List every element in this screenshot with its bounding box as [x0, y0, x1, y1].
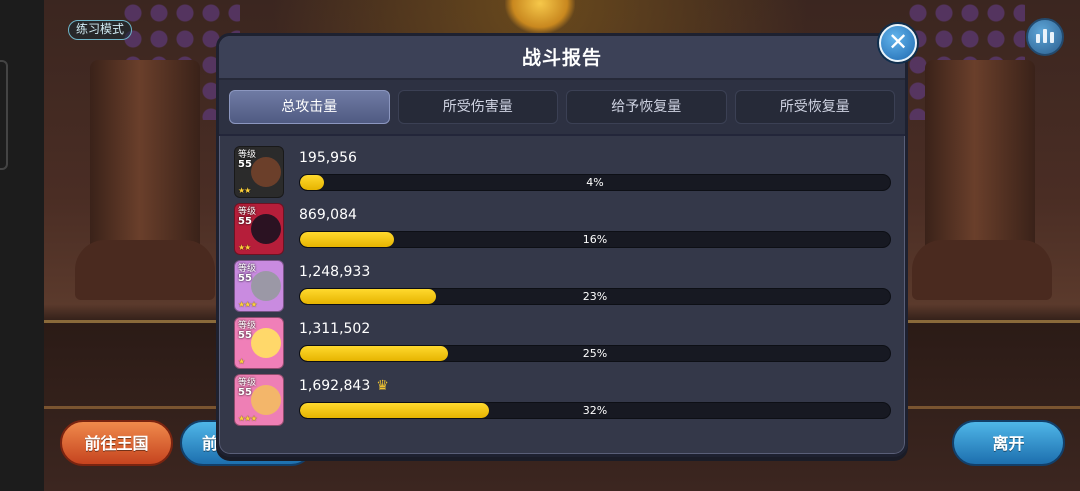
damage-bar: 32% — [299, 402, 891, 419]
crown-icon: ♛ — [376, 378, 389, 394]
cookie-avatar[interactable]: 等级 55 ★★ — [234, 203, 284, 255]
cookie-avatar[interactable]: 等级 55 ★ — [234, 317, 284, 369]
report-row: 等级 55 ★★ 195,956 4% — [232, 144, 905, 201]
tab-total-attack[interactable]: 总攻击量 — [229, 90, 390, 124]
damage-percent: 23% — [582, 290, 608, 303]
damage-percent: 32% — [582, 404, 608, 417]
screen-left-edge — [0, 0, 44, 491]
stats-chart-icon[interactable] — [1026, 18, 1064, 56]
damage-bar: 23% — [299, 288, 891, 305]
battle-report-panel: 战斗报告 总攻击量 所受伤害量 给予恢复量 所受恢复量 等级 55 ★★ 195,… — [216, 33, 908, 457]
report-row: 等级 55 ★ 1,311,502 25% — [232, 315, 905, 372]
star-rating: ★★★ — [238, 300, 257, 309]
damage-bar: 4% — [299, 174, 891, 191]
star-rating: ★★ — [238, 186, 251, 195]
panel-title: 战斗报告 — [219, 36, 905, 80]
go-to-kingdom-button[interactable]: 前往王国 — [60, 420, 173, 466]
cookie-portrait — [251, 157, 281, 187]
cookie-avatar[interactable]: 等级 55 ★★★ — [234, 260, 284, 312]
star-rating: ★★★ — [238, 414, 257, 423]
report-rows: 等级55 ★★ 195,956 4% 等级55 ★★ 869,084 16% — [219, 136, 905, 429]
pillar-base-right — [912, 240, 1052, 300]
damage-value: 869,084 — [299, 207, 357, 223]
report-row: 等级 55 ★★ 869,084 16% — [232, 201, 905, 258]
practice-mode-tag: 练习模式 — [68, 20, 132, 40]
damage-percent: 25% — [582, 347, 608, 360]
report-tabs: 总攻击量 所受伤害量 给予恢复量 所受恢复量 — [219, 80, 905, 136]
cookie-portrait — [251, 271, 281, 301]
cookie-portrait — [251, 328, 281, 358]
cookie-portrait — [251, 214, 281, 244]
tab-healing-given[interactable]: 给予恢复量 — [566, 90, 727, 124]
star-rating: ★★ — [238, 243, 251, 252]
damage-value: 1,248,933 — [299, 264, 371, 280]
pillar-base-left — [75, 240, 215, 300]
leave-button[interactable]: 离开 — [952, 420, 1065, 466]
close-icon[interactable]: ✕ — [879, 24, 917, 62]
report-row: 等级 55 ★★★ 1,248,933 23% — [232, 258, 905, 315]
tab-damage-taken[interactable]: 所受伤害量 — [397, 90, 558, 124]
damage-value: 195,956 — [299, 150, 357, 166]
cookie-portrait — [251, 385, 281, 415]
report-row: 等级 55 ★★★ 1,692,843 ♛ 32% — [232, 372, 905, 429]
damage-percent: 16% — [582, 233, 608, 246]
cookie-avatar[interactable]: 等级 55 ★★ — [234, 146, 284, 198]
star-rating: ★ — [238, 357, 245, 366]
trophy-decoration — [505, 0, 575, 34]
damage-value: 1,692,843 ♛ — [299, 378, 389, 394]
damage-bar: 16% — [299, 231, 891, 248]
tab-healing-received[interactable]: 所受恢复量 — [734, 90, 895, 124]
damage-bar: 25% — [299, 345, 891, 362]
cookie-avatar[interactable]: 等级 55 ★★★ — [234, 374, 284, 426]
damage-value: 1,311,502 — [299, 321, 371, 337]
damage-percent: 4% — [586, 176, 604, 189]
